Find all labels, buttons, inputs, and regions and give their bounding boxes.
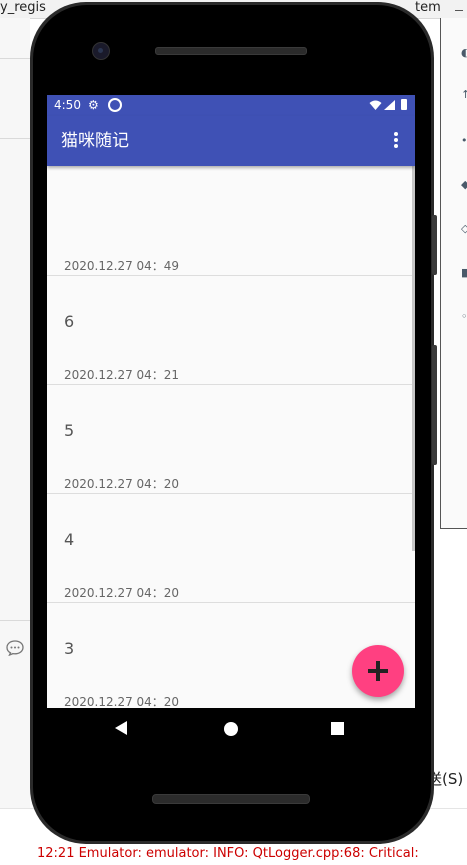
ide-top-right-text: tem bbox=[415, 0, 441, 15]
ide-left-panel bbox=[0, 18, 30, 808]
ide-right-panel: ◐ ↑ • ◆ ◇ ■ ◦ bbox=[440, 18, 467, 529]
note-title: 6 bbox=[64, 312, 75, 331]
home-icon[interactable] bbox=[224, 722, 238, 736]
volume-button[interactable] bbox=[432, 345, 437, 465]
navigation-bar bbox=[47, 708, 415, 750]
note-title: 4 bbox=[64, 530, 75, 549]
note-date: 2020.12.27 04：20 bbox=[64, 477, 180, 491]
settings-gear-icon: ⚙ bbox=[88, 98, 99, 112]
note-date: 2020.12.27 04：20 bbox=[64, 695, 180, 708]
chat-icon[interactable] bbox=[6, 640, 24, 656]
signal-icon bbox=[384, 100, 395, 110]
list-item[interactable]: 6 2020.12.27 04：21 bbox=[47, 275, 415, 385]
minimize-icon[interactable] bbox=[455, 10, 463, 11]
status-time: 4:50 bbox=[54, 98, 81, 112]
overflow-menu-icon[interactable] bbox=[392, 132, 400, 150]
tool-icon[interactable]: ◆ bbox=[461, 179, 467, 190]
app-screen: 4:50 ⚙ 猫咪随记 2020.12.27 04：49 6 2020.12.2… bbox=[47, 95, 415, 708]
list-item[interactable]: 4 2020.12.27 04：20 bbox=[47, 493, 415, 603]
tool-icon[interactable]: • bbox=[461, 135, 467, 146]
front-camera-icon bbox=[92, 42, 110, 60]
log-line: 12:21 Emulator: emulator: INFO: QtLogger… bbox=[37, 846, 419, 861]
add-icon bbox=[376, 661, 380, 681]
list-scrollbar[interactable] bbox=[412, 166, 415, 551]
power-button[interactable] bbox=[432, 215, 437, 275]
tool-icon[interactable]: ■ bbox=[461, 267, 467, 278]
note-date: 2020.12.27 04：49 bbox=[64, 259, 180, 273]
notes-list[interactable]: 2020.12.27 04：49 6 2020.12.27 04：21 5 20… bbox=[47, 166, 415, 708]
earpiece-speaker bbox=[155, 47, 307, 55]
ide-top-left-text: y_regis bbox=[0, 0, 46, 15]
tool-icon[interactable]: ◦ bbox=[461, 311, 467, 322]
back-icon[interactable] bbox=[115, 721, 127, 735]
note-date: 2020.12.27 04：21 bbox=[64, 368, 180, 382]
note-date: 2020.12.27 04：20 bbox=[64, 586, 180, 600]
recent-apps-icon[interactable] bbox=[331, 722, 344, 735]
tool-icon[interactable]: ↑ bbox=[461, 89, 467, 100]
app-title: 猫咪随记 bbox=[61, 131, 129, 151]
list-item[interactable]: 2020.12.27 04：49 bbox=[47, 166, 415, 276]
app-toolbar: 猫咪随记 bbox=[47, 116, 415, 166]
tool-icon[interactable]: ◇ bbox=[461, 223, 467, 234]
status-bar: 4:50 ⚙ bbox=[47, 95, 415, 116]
sync-icon bbox=[108, 98, 122, 112]
list-item[interactable]: 5 2020.12.27 04：20 bbox=[47, 384, 415, 494]
battery-icon bbox=[401, 99, 407, 110]
wifi-icon bbox=[369, 100, 382, 110]
bottom-speaker bbox=[152, 794, 310, 804]
add-note-button[interactable] bbox=[352, 645, 404, 697]
tool-icon[interactable]: ◐ bbox=[461, 47, 467, 58]
note-title: 5 bbox=[64, 421, 75, 440]
note-title: 3 bbox=[64, 639, 75, 658]
